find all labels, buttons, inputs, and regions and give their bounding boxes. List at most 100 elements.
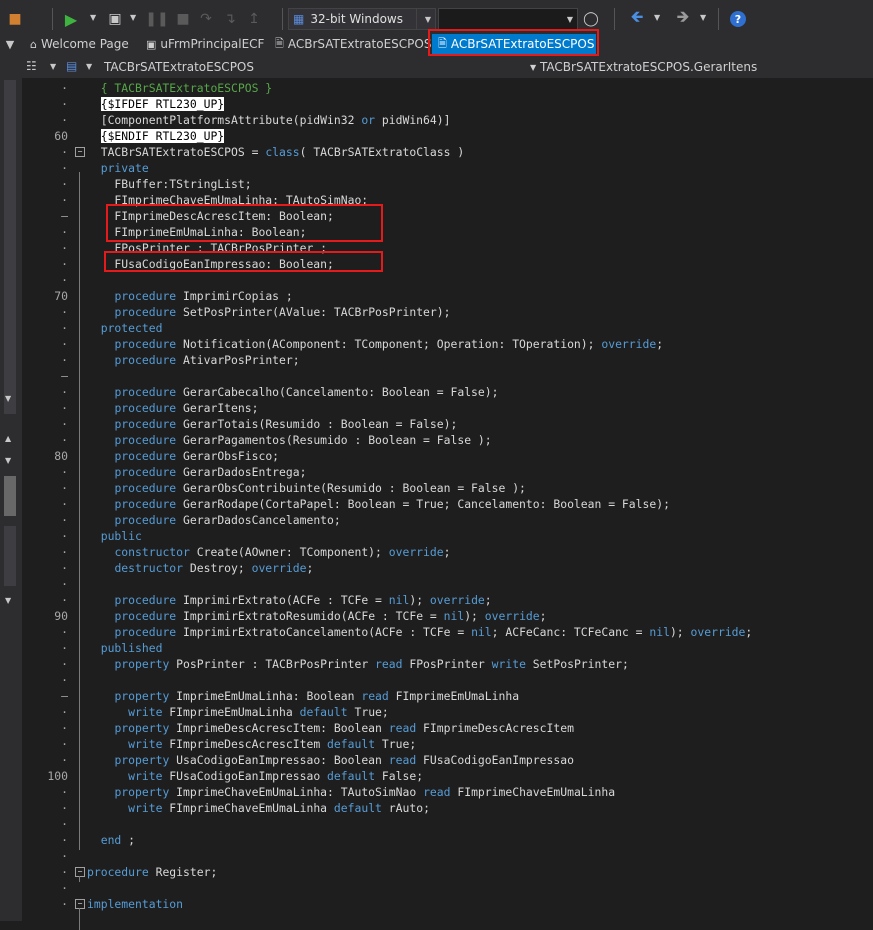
run-dropdown-icon[interactable]: ▼ bbox=[90, 13, 96, 22]
tab-ufrmprincipalecf[interactable]: ▣ uFrmPrincipalECF bbox=[146, 34, 264, 54]
code-line[interactable]: · − implementation bbox=[22, 896, 873, 912]
code-line[interactable]: · property ImprimeChaveEmUmaLinha: TAuto… bbox=[22, 784, 873, 800]
code-line[interactable]: – FImprimeDescAcrescItem: Boolean; bbox=[22, 208, 873, 224]
target-platform-dropdown[interactable]: ▼ bbox=[416, 8, 436, 30]
code-line[interactable]: · − procedure Register; bbox=[22, 864, 873, 880]
navigate-back-dropdown-icon[interactable]: ▼ bbox=[654, 13, 660, 22]
structure-view-icon[interactable]: ☷ bbox=[26, 59, 37, 73]
code-line[interactable]: · bbox=[22, 272, 873, 288]
code-line[interactable]: 100 write FUsaCodigoEanImpressao default… bbox=[22, 768, 873, 784]
help-icon[interactable]: ? bbox=[730, 11, 746, 27]
code-line[interactable]: · procedure GerarRodape(CortaPapel: Bool… bbox=[22, 496, 873, 512]
trace-into-icon[interactable]: ↴ bbox=[222, 8, 238, 30]
tab-acbrsatextratoescpos-1[interactable]: 🗎 ACBrSATExtratoESCPOS bbox=[275, 34, 431, 54]
fold-toggle-icon[interactable]: − bbox=[75, 899, 85, 909]
run-until-return-icon[interactable]: ↥ bbox=[246, 8, 262, 30]
code-line[interactable]: · procedure GerarObsContribuinte(Resumid… bbox=[22, 480, 873, 496]
code-line[interactable]: · procedure AtivarPosPrinter; bbox=[22, 352, 873, 368]
code-line[interactable]: · procedure GerarPagamentos(Resumido : B… bbox=[22, 432, 873, 448]
code-line[interactable]: · procedure GerarDadosEntrega; bbox=[22, 464, 873, 480]
panel-scroll-thumb[interactable] bbox=[4, 476, 16, 516]
panel-scrollbar[interactable] bbox=[4, 526, 16, 586]
code-line[interactable]: · procedure GerarCabecalho(Cancelamento:… bbox=[22, 384, 873, 400]
target-platform-combo[interactable]: ▦ 32-bit Windows bbox=[288, 8, 436, 30]
stop-icon[interactable]: ■ bbox=[176, 8, 190, 30]
code-line[interactable]: 70 procedure ImprimirCopias ; bbox=[22, 288, 873, 304]
code-line[interactable]: · procedure SetPosPrinter(AValue: TACBrP… bbox=[22, 304, 873, 320]
project-options-icon[interactable]: ◯ bbox=[583, 8, 599, 30]
code-line[interactable]: · FImprimeChaveEmUmaLinha: TAutoSimNao; bbox=[22, 192, 873, 208]
code-line[interactable]: · protected bbox=[22, 320, 873, 336]
chevron-down-icon[interactable]: ▼ bbox=[50, 62, 56, 71]
code-token: GerarDadosCancelamento; bbox=[176, 513, 341, 527]
code-line[interactable]: · FPosPrinter : TACBrPosPrinter ; bbox=[22, 240, 873, 256]
configuration-combo[interactable]: ▼ bbox=[438, 8, 578, 30]
code-line[interactable]: · FUsaCodigoEanImpressao: Boolean; bbox=[22, 256, 873, 272]
code-line[interactable]: · { TACBrSATExtratoESCPOS } bbox=[22, 80, 873, 96]
code-line[interactable]: · FBuffer:TStringList; bbox=[22, 176, 873, 192]
keyword-token: procedure bbox=[114, 625, 177, 639]
code-line[interactable]: · procedure GerarItens; bbox=[22, 400, 873, 416]
code-line[interactable]: · [ComponentPlatformsAttribute(pidWin32 … bbox=[22, 112, 873, 128]
run-icon[interactable]: ▶ bbox=[62, 8, 80, 30]
code-line[interactable]: · bbox=[22, 880, 873, 896]
scroll-down-icon[interactable]: ▼ bbox=[5, 394, 11, 403]
code-line[interactable]: · property PosPrinter : TACBrPosPrinter … bbox=[22, 656, 873, 672]
code-line[interactable]: · end ; bbox=[22, 832, 873, 848]
run-without-debug-icon[interactable]: ▣ bbox=[106, 8, 124, 30]
code-line[interactable]: · constructor Create(AOwner: TComponent)… bbox=[22, 544, 873, 560]
scroll-up-icon[interactable]: ▲ bbox=[5, 434, 11, 443]
navigate-forward-dropdown-icon[interactable]: ▼ bbox=[700, 13, 706, 22]
code-line[interactable]: · property ImprimeDescAcrescItem: Boolea… bbox=[22, 720, 873, 736]
code-line[interactable]: 60 {$ENDIF RTL230_UP} bbox=[22, 128, 873, 144]
pause-icon[interactable]: ❚❚ bbox=[145, 8, 168, 30]
run-without-debug-dropdown-icon[interactable]: ▼ bbox=[130, 13, 136, 22]
navigate-back-icon[interactable]: 🡸 bbox=[628, 7, 646, 30]
step-over-icon[interactable]: ↷ bbox=[198, 8, 214, 30]
code-line[interactable]: · procedure GerarDadosCancelamento; bbox=[22, 512, 873, 528]
code-line[interactable]: · write FImprimeDescAcrescItem default T… bbox=[22, 736, 873, 752]
fold-toggle-icon[interactable]: − bbox=[75, 147, 85, 157]
code-line[interactable]: · FImprimeEmUmaLinha: Boolean; bbox=[22, 224, 873, 240]
scroll-down-icon[interactable]: ▼ bbox=[5, 596, 11, 605]
scroll-down-icon[interactable]: ▼ bbox=[5, 456, 11, 465]
code-line[interactable]: · write FImprimeChaveEmUmaLinha default … bbox=[22, 800, 873, 816]
code-editor[interactable]: · { TACBrSATExtratoESCPOS } · {$IFDEF RTL… bbox=[22, 78, 873, 930]
code-line[interactable]: – bbox=[22, 368, 873, 384]
tab-acbrsatextratoescpos-active[interactable]: 🗎 ACBrSATExtratoESCPOS bbox=[432, 34, 596, 54]
panel-scrollbar[interactable] bbox=[4, 80, 16, 414]
code-line[interactable]: · destructor Destroy; override; bbox=[22, 560, 873, 576]
code-line[interactable]: · procedure ImprimirExtrato(ACFe : TCFe … bbox=[22, 592, 873, 608]
chevron-down-icon[interactable]: ▼ bbox=[86, 62, 92, 71]
navigate-forward-icon[interactable]: 🡺 bbox=[674, 7, 692, 30]
code-line[interactable]: · bbox=[22, 576, 873, 592]
method-combo[interactable]: ▼ TACBrSATExtratoESCPOS.GerarItens bbox=[530, 57, 860, 77]
class-combo[interactable]: TACBrSATExtratoESCPOS bbox=[104, 57, 544, 77]
code-line[interactable]: · {$IFDEF RTL230_UP} bbox=[22, 96, 873, 112]
close-project-icon[interactable]: ■ bbox=[6, 8, 24, 30]
code-line[interactable]: · procedure ImprimirExtratoCancelamento(… bbox=[22, 624, 873, 640]
code-line[interactable]: · bbox=[22, 816, 873, 832]
code-line[interactable]: · procedure GerarTotais(Resumido : Boole… bbox=[22, 416, 873, 432]
code-token: ); bbox=[464, 609, 485, 623]
code-line[interactable]: · private bbox=[22, 160, 873, 176]
code-line[interactable]: · property UsaCodigoEanImpressao: Boolea… bbox=[22, 752, 873, 768]
pin-icon[interactable]: ▼ bbox=[0, 34, 20, 54]
code-line[interactable]: · published bbox=[22, 640, 873, 656]
keyword-token: public bbox=[100, 529, 142, 543]
code-line[interactable]: – property ImprimeEmUmaLinha: Boolean re… bbox=[22, 688, 873, 704]
code-line[interactable]: 90 procedure ImprimirExtratoResumido(ACF… bbox=[22, 608, 873, 624]
code-token: FImprimeChaveEmUmaLinha: TAutoSimNao; bbox=[87, 193, 369, 207]
code-line[interactable]: · public bbox=[22, 528, 873, 544]
class-view-icon[interactable]: ▤ bbox=[66, 59, 77, 73]
tab-welcome-page[interactable]: ⌂ Welcome Page bbox=[30, 34, 129, 54]
code-line[interactable]: · − TACBrSATExtratoESCPOS = class( TACBrS… bbox=[22, 144, 873, 160]
code-line[interactable]: · procedure Notification(AComponent: TCo… bbox=[22, 336, 873, 352]
code-line[interactable]: · bbox=[22, 848, 873, 864]
code-line[interactable]: · write FImprimeEmUmaLinha default True; bbox=[22, 704, 873, 720]
code-line[interactable]: 80 procedure GerarObsFisco; bbox=[22, 448, 873, 464]
code-line[interactable]: · bbox=[22, 672, 873, 688]
fold-toggle-icon[interactable]: − bbox=[75, 867, 85, 877]
